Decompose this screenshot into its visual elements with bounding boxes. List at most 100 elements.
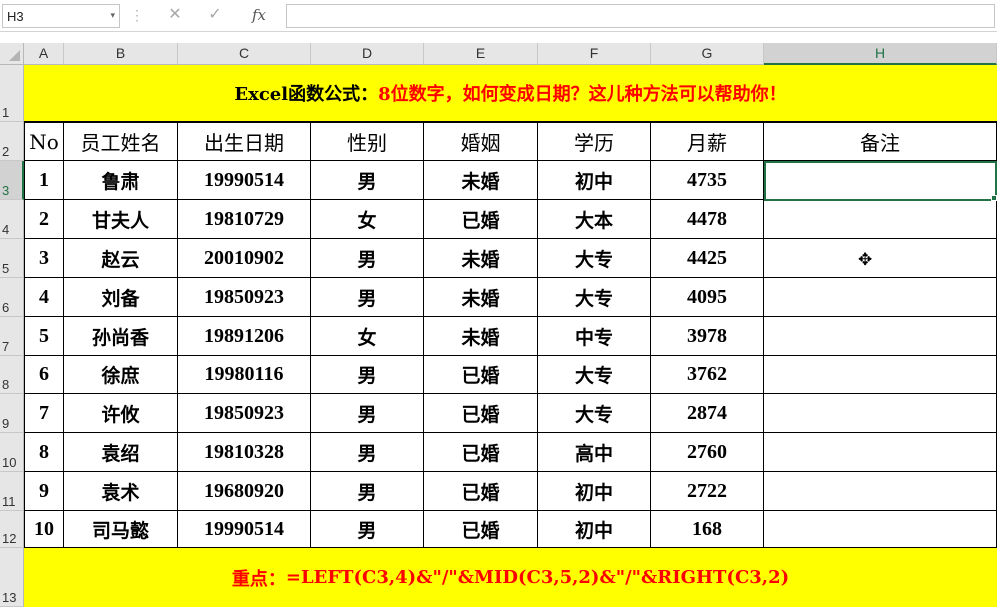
table-cell[interactable]	[764, 356, 997, 394]
table-cell[interactable]: 赵云	[64, 239, 178, 278]
row-header-6[interactable]: 6	[0, 278, 24, 317]
table-cell[interactable]: 168	[651, 511, 764, 548]
fill-handle[interactable]	[991, 195, 997, 201]
table-cell[interactable]: 8	[24, 433, 64, 472]
enter-icon[interactable]: ✓	[198, 4, 232, 28]
table-cell[interactable]: 男	[311, 239, 424, 278]
table-cell[interactable]: 初中	[538, 472, 651, 511]
cancel-icon[interactable]: ✕	[158, 4, 192, 28]
row-header-9[interactable]: 9	[0, 394, 24, 433]
column-header-g[interactable]: G	[651, 43, 764, 65]
table-cell[interactable]: 鲁肃	[64, 161, 178, 200]
table-cell[interactable]: 19990514	[178, 161, 311, 200]
row-header-10[interactable]: 10	[0, 433, 24, 472]
table-cell[interactable]: 10	[24, 511, 64, 548]
column-header-c[interactable]: C	[178, 43, 311, 65]
table-cell[interactable]: 男	[311, 394, 424, 433]
table-cell[interactable]: 6	[24, 356, 64, 394]
header-cell-c[interactable]: 出生日期	[178, 122, 311, 161]
row-header-4[interactable]: 4	[0, 200, 24, 239]
table-cell[interactable]: 19990514	[178, 511, 311, 548]
table-cell[interactable]: 女	[311, 317, 424, 356]
table-cell[interactable]: 已婚	[424, 356, 538, 394]
table-cell[interactable]: 袁绍	[64, 433, 178, 472]
table-cell[interactable]	[764, 239, 997, 278]
table-cell[interactable]: 许攸	[64, 394, 178, 433]
title-banner[interactable]: Excel函数公式： 8位数字，如何变成日期？这儿种方法可以帮助你！	[24, 65, 997, 122]
table-cell[interactable]	[764, 511, 997, 548]
row-header-1[interactable]: 1	[0, 65, 24, 122]
table-cell[interactable]	[764, 278, 997, 317]
row-header-5[interactable]: 5	[0, 239, 24, 278]
column-header-d[interactable]: D	[311, 43, 424, 65]
table-cell[interactable]: 19850923	[178, 278, 311, 317]
header-cell-g[interactable]: 月薪	[651, 122, 764, 161]
table-cell[interactable]: 已婚	[424, 433, 538, 472]
row-header-11[interactable]: 11	[0, 472, 24, 511]
row-header-7[interactable]: 7	[0, 317, 24, 356]
header-cell-h[interactable]: 备注	[764, 122, 997, 161]
table-cell[interactable]: 已婚	[424, 200, 538, 239]
row-header-13[interactable]: 13	[0, 548, 24, 607]
table-cell[interactable]: 男	[311, 356, 424, 394]
table-cell[interactable]: 大专	[538, 239, 651, 278]
table-cell[interactable]: 2722	[651, 472, 764, 511]
table-cell[interactable]: 男	[311, 472, 424, 511]
table-cell[interactable]: 徐庶	[64, 356, 178, 394]
footer-banner[interactable]: 重点： =LEFT(C3,4)&"/"&MID(C3,5,2)&"/"&RIGHT…	[24, 548, 997, 607]
row-header-12[interactable]: 12	[0, 511, 24, 548]
table-cell[interactable]: 4735	[651, 161, 764, 200]
table-cell[interactable]: 高中	[538, 433, 651, 472]
table-cell[interactable]: 9	[24, 472, 64, 511]
header-cell-d[interactable]: 性别	[311, 122, 424, 161]
table-cell[interactable]: 男	[311, 433, 424, 472]
table-cell[interactable]: 5	[24, 317, 64, 356]
table-cell[interactable]: 19891206	[178, 317, 311, 356]
table-cell[interactable]: 大本	[538, 200, 651, 239]
table-cell[interactable]: 19850923	[178, 394, 311, 433]
formula-input[interactable]	[286, 4, 995, 28]
table-cell[interactable]: 中专	[538, 317, 651, 356]
table-cell[interactable]: 孙尚香	[64, 317, 178, 356]
row-header-3[interactable]: 3	[0, 161, 24, 200]
table-cell[interactable]: 初中	[538, 511, 651, 548]
column-header-f[interactable]: F	[538, 43, 651, 65]
table-cell[interactable]: 男	[311, 161, 424, 200]
table-cell[interactable]: 2	[24, 200, 64, 239]
column-header-b[interactable]: B	[64, 43, 178, 65]
name-box[interactable]: H3 ▾	[2, 4, 120, 28]
table-cell[interactable]	[764, 472, 997, 511]
table-cell[interactable]: 未婚	[424, 161, 538, 200]
header-cell-b[interactable]: 员工姓名	[64, 122, 178, 161]
table-cell[interactable]: 已婚	[424, 394, 538, 433]
table-cell[interactable]: 4	[24, 278, 64, 317]
table-cell[interactable]: 袁术	[64, 472, 178, 511]
table-cell[interactable]: 甘夫人	[64, 200, 178, 239]
table-cell[interactable]	[764, 433, 997, 472]
table-cell[interactable]: 7	[24, 394, 64, 433]
table-cell[interactable]: 大专	[538, 278, 651, 317]
table-cell[interactable]: 大专	[538, 356, 651, 394]
table-cell[interactable]: 已婚	[424, 511, 538, 548]
table-cell[interactable]: 19810729	[178, 200, 311, 239]
drag-handle-icon[interactable]: ⋮	[130, 7, 144, 24]
table-cell[interactable]: 未婚	[424, 239, 538, 278]
header-cell-f[interactable]: 学历	[538, 122, 651, 161]
table-cell[interactable]	[764, 317, 997, 356]
table-cell[interactable]: 3762	[651, 356, 764, 394]
table-cell[interactable]: 1	[24, 161, 64, 200]
row-header-2[interactable]: 2	[0, 122, 24, 161]
table-cell[interactable]: 2874	[651, 394, 764, 433]
table-cell[interactable]: 4095	[651, 278, 764, 317]
column-header-a[interactable]: A	[24, 43, 64, 65]
table-cell[interactable]: 司马懿	[64, 511, 178, 548]
table-cell[interactable]: 19810328	[178, 433, 311, 472]
table-cell[interactable]: 男	[311, 278, 424, 317]
table-cell[interactable]: 4478	[651, 200, 764, 239]
table-cell[interactable]	[764, 394, 997, 433]
table-cell[interactable]: 大专	[538, 394, 651, 433]
header-cell-e[interactable]: 婚姻	[424, 122, 538, 161]
table-cell[interactable]: 男	[311, 511, 424, 548]
table-cell[interactable]: 刘备	[64, 278, 178, 317]
table-cell[interactable]: 女	[311, 200, 424, 239]
